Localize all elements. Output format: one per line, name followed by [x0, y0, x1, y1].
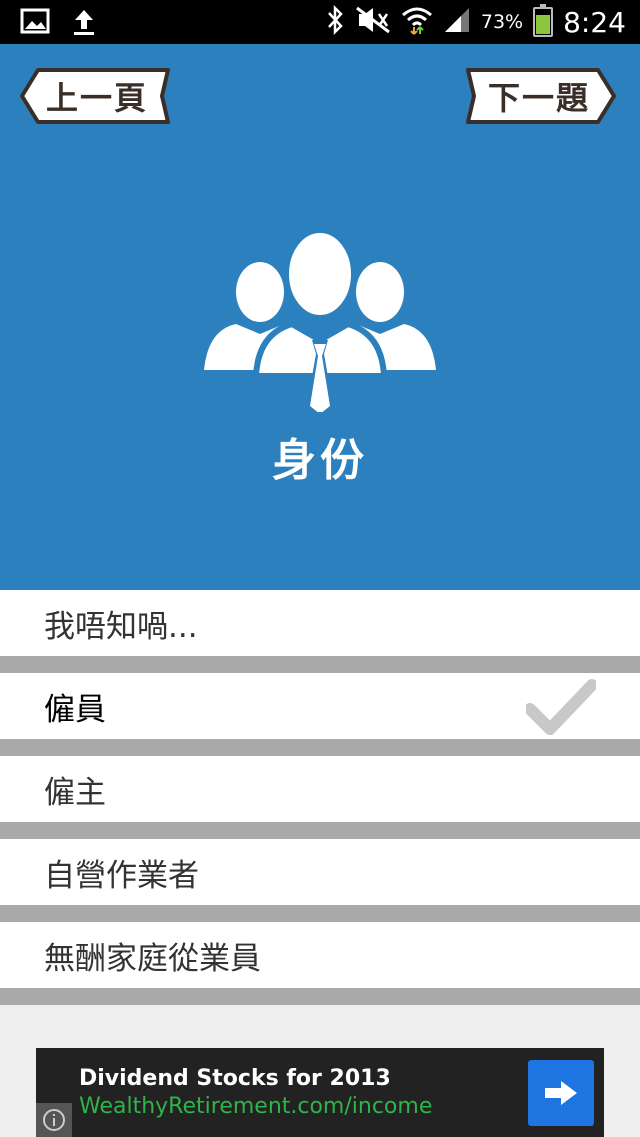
- arrow-right-icon: [545, 1081, 577, 1105]
- option-employee[interactable]: 僱員: [0, 673, 640, 756]
- battery-icon: [533, 4, 554, 37]
- upload-icon: [72, 8, 96, 40]
- status-bar: 73% 8:24: [0, 0, 640, 44]
- option-self-employed[interactable]: 自營作業者: [0, 839, 640, 922]
- question-title: 身份: [272, 435, 368, 486]
- option-label: 僱主: [44, 774, 106, 811]
- ad-arrow-button[interactable]: [528, 1060, 594, 1126]
- question-header: 上一頁 下一題 身份: [0, 44, 640, 590]
- ad-info-button[interactable]: [36, 1103, 72, 1137]
- option-label: 無酬家庭從業員: [44, 940, 261, 977]
- option-label: 我唔知喎...: [44, 608, 198, 645]
- next-question-label: 下一題: [487, 79, 590, 117]
- info-icon: [43, 1109, 65, 1131]
- ad-title: Dividend Stocks for 2013: [79, 1066, 391, 1091]
- gallery-icon: [20, 8, 50, 40]
- answer-list: 我唔知喎... 僱員 僱主 自營作業者 無酬家庭從業員: [0, 590, 640, 1005]
- next-question-button[interactable]: 下一題: [460, 64, 618, 128]
- checkmark-icon: [526, 679, 596, 735]
- option-label: 僱員: [44, 691, 106, 728]
- battery-fill: [536, 15, 551, 34]
- option-label: 自營作業者: [44, 857, 199, 894]
- option-unpaid-family-worker[interactable]: 無酬家庭從業員: [0, 922, 640, 1005]
- ad-banner[interactable]: Dividend Stocks for 2013 WealthyRetireme…: [36, 1048, 604, 1137]
- people-icon: [204, 230, 436, 412]
- mute-icon: [355, 6, 391, 38]
- bluetooth-icon: [325, 4, 345, 39]
- prev-page-button[interactable]: 上一頁: [18, 64, 176, 128]
- option-employer[interactable]: 僱主: [0, 756, 640, 839]
- option-dont-know[interactable]: 我唔知喎...: [0, 590, 640, 673]
- ad-url: WealthyRetirement.com/income: [79, 1094, 433, 1119]
- clock: 8:24: [563, 5, 626, 39]
- wifi-icon: [401, 5, 433, 39]
- battery-percent: 73%: [480, 11, 524, 33]
- signal-icon: [443, 6, 471, 38]
- prev-page-label: 上一頁: [45, 79, 148, 117]
